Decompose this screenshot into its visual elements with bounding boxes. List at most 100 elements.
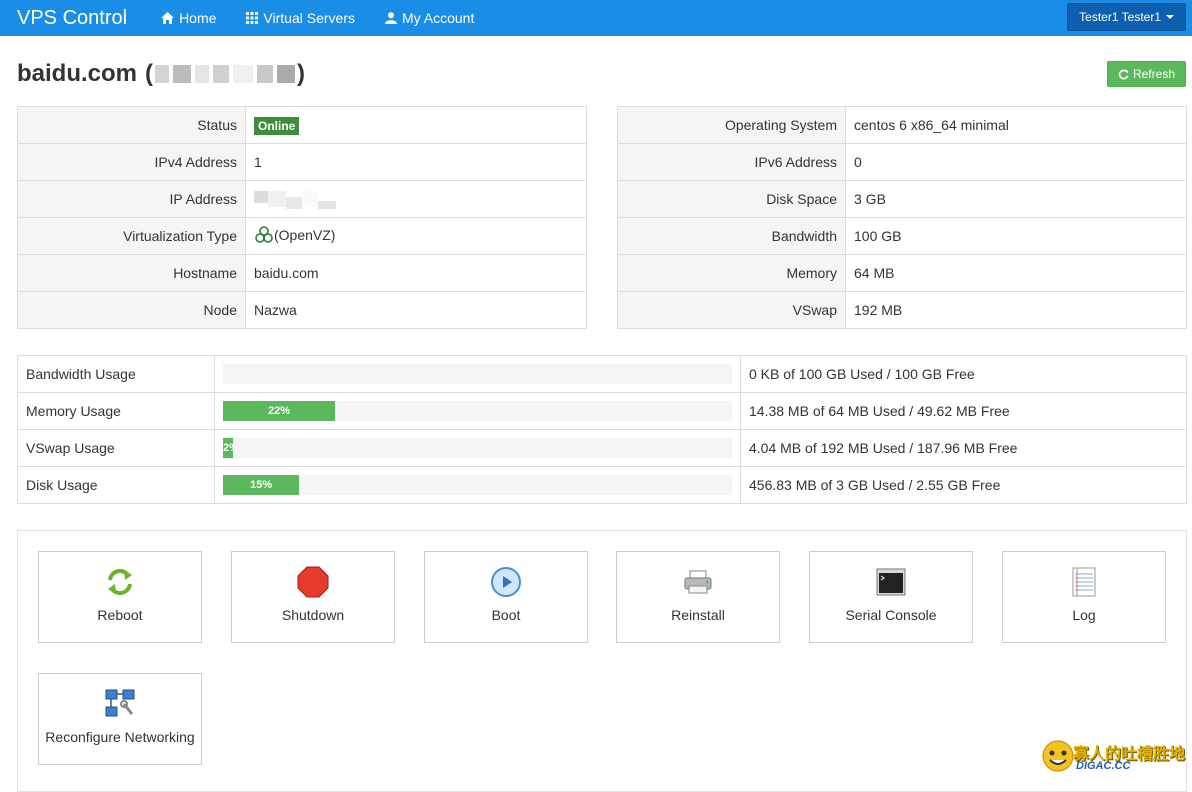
info-value: Online [245,106,587,144]
usage-detail: 456.83 MB of 3 GB Used / 2.55 GB Free [740,466,1187,504]
nav-virtual-servers-label: Virtual Servers [263,10,355,26]
info-key: IPv4 Address [17,143,246,181]
usage-detail: 4.04 MB of 192 MB Used / 187.96 MB Free [740,429,1187,467]
info-row-memory: Memory 64 MB [617,254,1187,292]
nav-my-account[interactable]: My Account [384,10,475,26]
usage-detail: 0 KB of 100 GB Used / 100 GB Free [740,355,1187,393]
info-value: 1 [245,143,587,181]
user-icon [384,12,397,24]
server-info-table: Status Online IPv4 Address 1 IP Address … [17,106,587,329]
log-label: Log [1072,607,1096,623]
page-title-text: baidu.com [17,60,138,87]
grid-icon [246,12,259,24]
info-row-ipv4: IPv4 Address 1 [17,143,587,181]
usage-row: Memory Usage 22% 14.38 MB of 64 MB Used … [17,392,1187,430]
progress-track: 2% [223,438,732,458]
info-value: 64 MB [845,254,1187,292]
progress-bar: 2% [223,438,234,458]
serial-console-button[interactable]: Serial Console [809,551,973,643]
reinstall-label: Reinstall [671,607,725,623]
info-value: (OpenVZ) [245,217,587,255]
info-value: 3 GB [845,180,1187,218]
info-row-status: Status Online [17,106,587,144]
info-row-os: Operating System centos 6 x86_64 minimal [617,106,1187,144]
info-key: VSwap [617,291,846,329]
usage-bar-cell: 22% [214,392,741,430]
terminal-icon [876,568,906,596]
info-key: Operating System [617,106,846,144]
serial-console-label: Serial Console [845,607,937,623]
progress-track: 22% [223,401,732,421]
usage-bar-cell: 15% [214,466,741,504]
site-watermark: 寡人的吐槽胜地 DIGAC.CC [1040,738,1190,779]
shutdown-button[interactable]: Shutdown [231,551,395,643]
progress-track: 15% [223,475,732,495]
usage-bar-cell: 2% [214,429,741,467]
progress-bar: 22% [223,401,335,421]
info-row-hostname: Hostname baidu.com [17,254,587,292]
info-row-ipv6: IPv6 Address 0 [617,143,1187,181]
usage-row: Bandwidth Usage 0% 0 KB of 100 GB Used /… [17,355,1187,393]
user-name: Tester1 Tester1 [1079,10,1161,24]
notepad-icon [1072,567,1096,597]
info-value: centos 6 x86_64 minimal [845,106,1187,144]
shutdown-label: Shutdown [281,607,345,623]
title-paren-open: ( [145,60,154,87]
log-button[interactable]: Log [1002,551,1166,643]
info-value: 192 MB [845,291,1187,329]
nav-my-account-label: My Account [401,10,475,26]
info-key: Virtualization Type [17,217,246,255]
refresh-button[interactable]: Refresh [1106,61,1186,87]
title-row: baidu.com ( ) Refresh [17,60,1186,92]
info-row-virtualization: Virtualization Type (OpenVZ) [17,217,587,255]
printer-icon [684,570,712,594]
nav-virtual-servers[interactable]: Virtual Servers [246,10,355,26]
usage-detail: 14.38 MB of 64 MB Used / 49.62 MB Free [740,392,1187,430]
reinstall-button[interactable]: Reinstall [616,551,780,643]
usage-label: Memory Usage [17,392,215,430]
info-key: Bandwidth [617,217,846,255]
nav-home-label: Home [179,10,217,26]
reboot-label: Reboot [97,607,143,623]
network-icon [105,689,135,717]
boot-label: Boot [491,607,521,623]
usage-row: VSwap Usage 2% 4.04 MB of 192 MB Used / … [17,429,1187,467]
info-key: Status [17,106,246,144]
home-icon [161,12,175,24]
info-value: Nazwa [245,291,587,329]
caret-down-icon [1166,15,1174,19]
nav-home[interactable]: Home [161,10,216,26]
page-title: baidu.com ( ) [17,60,1186,88]
brand-link[interactable]: VPS Control [17,7,127,30]
usage-bar-cell: 0% [214,355,741,393]
info-value [245,180,587,218]
info-key: IPv6 Address [617,143,846,181]
reboot-icon [108,568,132,596]
info-row-disk-space: Disk Space 3 GB [617,180,1187,218]
redacted-ip [153,62,297,86]
resource-info-table: Operating System centos 6 x86_64 minimal… [617,106,1187,329]
usage-table: Bandwidth Usage 0% 0 KB of 100 GB Used /… [17,355,1187,504]
usage-label: VSwap Usage [17,429,215,467]
progress-track: 0% [223,364,732,384]
refresh-label: Refresh [1132,67,1175,81]
info-value: baidu.com [245,254,587,292]
reconfigure-networking-button[interactable]: Reconfigure Networking [38,673,202,765]
info-key: Disk Space [617,180,846,218]
boot-button[interactable]: Boot [424,551,588,643]
user-menu-button[interactable]: Tester1 Tester1 [1067,3,1186,31]
reboot-button[interactable]: Reboot [38,551,202,643]
info-value: 100 GB [845,217,1187,255]
progress-bar: 15% [223,475,300,495]
refresh-icon [1118,69,1129,79]
usage-label: Bandwidth Usage [17,355,215,393]
redacted-ip-address [254,190,336,209]
info-key: Hostname [17,254,246,292]
title-paren-close: ) [297,60,306,87]
actions-panel: Reboot Shutdown Boot Reinstall Serial Co… [17,530,1187,792]
usage-row: Disk Usage 15% 456.83 MB of 3 GB Used / … [17,466,1187,504]
info-value: 0 [845,143,1187,181]
info-key: IP Address [17,180,246,218]
reconfigure-networking-label: Reconfigure Networking [45,729,195,745]
stop-icon [297,566,329,598]
